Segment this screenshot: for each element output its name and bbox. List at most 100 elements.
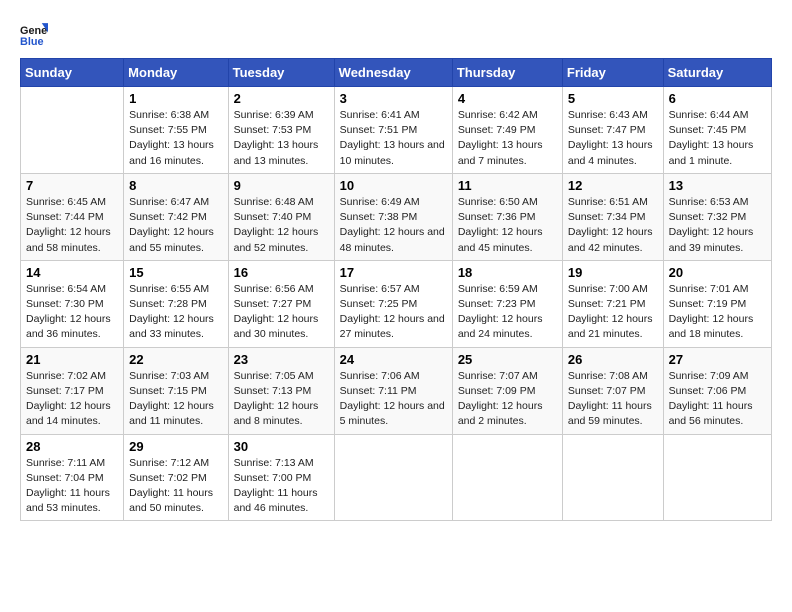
day-number: 10 xyxy=(340,178,447,193)
day-info: Sunrise: 7:01 AMSunset: 7:19 PMDaylight:… xyxy=(669,282,766,343)
day-number: 16 xyxy=(234,265,329,280)
day-info: Sunrise: 6:42 AMSunset: 7:49 PMDaylight:… xyxy=(458,108,557,169)
day-number: 17 xyxy=(340,265,447,280)
calendar-cell: 23 Sunrise: 7:05 AMSunset: 7:13 PMDayligh… xyxy=(228,347,334,434)
day-info: Sunrise: 6:49 AMSunset: 7:38 PMDaylight:… xyxy=(340,195,447,256)
day-info: Sunrise: 7:06 AMSunset: 7:11 PMDaylight:… xyxy=(340,369,447,430)
calendar-cell: 7 Sunrise: 6:45 AMSunset: 7:44 PMDaylight… xyxy=(21,173,124,260)
day-info: Sunrise: 7:13 AMSunset: 7:00 PMDaylight:… xyxy=(234,456,329,517)
day-info: Sunrise: 6:57 AMSunset: 7:25 PMDaylight:… xyxy=(340,282,447,343)
calendar-cell: 4 Sunrise: 6:42 AMSunset: 7:49 PMDaylight… xyxy=(452,87,562,174)
calendar-cell: 2 Sunrise: 6:39 AMSunset: 7:53 PMDaylight… xyxy=(228,87,334,174)
calendar-cell: 20 Sunrise: 7:01 AMSunset: 7:19 PMDayligh… xyxy=(663,260,771,347)
day-number: 7 xyxy=(26,178,118,193)
page-header: General Blue xyxy=(20,20,772,48)
calendar-week-row: 7 Sunrise: 6:45 AMSunset: 7:44 PMDaylight… xyxy=(21,173,772,260)
day-number: 9 xyxy=(234,178,329,193)
day-number: 11 xyxy=(458,178,557,193)
day-number: 1 xyxy=(129,91,222,106)
logo: General Blue xyxy=(20,20,52,48)
weekday-header-sunday: Sunday xyxy=(21,59,124,87)
calendar-week-row: 28 Sunrise: 7:11 AMSunset: 7:04 PMDayligh… xyxy=(21,434,772,521)
day-info: Sunrise: 7:00 AMSunset: 7:21 PMDaylight:… xyxy=(568,282,658,343)
calendar-body: 1 Sunrise: 6:38 AMSunset: 7:55 PMDaylight… xyxy=(21,87,772,521)
calendar-cell: 10 Sunrise: 6:49 AMSunset: 7:38 PMDayligh… xyxy=(334,173,452,260)
day-info: Sunrise: 7:02 AMSunset: 7:17 PMDaylight:… xyxy=(26,369,118,430)
calendar-week-row: 21 Sunrise: 7:02 AMSunset: 7:17 PMDayligh… xyxy=(21,347,772,434)
day-info: Sunrise: 7:09 AMSunset: 7:06 PMDaylight:… xyxy=(669,369,766,430)
day-info: Sunrise: 6:41 AMSunset: 7:51 PMDaylight:… xyxy=(340,108,447,169)
weekday-header-wednesday: Wednesday xyxy=(334,59,452,87)
calendar-cell: 17 Sunrise: 6:57 AMSunset: 7:25 PMDayligh… xyxy=(334,260,452,347)
weekday-header-row: SundayMondayTuesdayWednesdayThursdayFrid… xyxy=(21,59,772,87)
day-info: Sunrise: 6:59 AMSunset: 7:23 PMDaylight:… xyxy=(458,282,557,343)
day-number: 23 xyxy=(234,352,329,367)
weekday-header-saturday: Saturday xyxy=(663,59,771,87)
day-info: Sunrise: 6:45 AMSunset: 7:44 PMDaylight:… xyxy=(26,195,118,256)
day-number: 3 xyxy=(340,91,447,106)
day-number: 25 xyxy=(458,352,557,367)
day-info: Sunrise: 7:11 AMSunset: 7:04 PMDaylight:… xyxy=(26,456,118,517)
calendar-cell: 12Sunrise: 6:51 AMSunset: 7:34 PMDayligh… xyxy=(562,173,663,260)
day-number: 8 xyxy=(129,178,222,193)
day-number: 20 xyxy=(669,265,766,280)
calendar-cell xyxy=(334,434,452,521)
logo-icon: General Blue xyxy=(20,20,48,48)
calendar-cell: 22 Sunrise: 7:03 AMSunset: 7:15 PMDayligh… xyxy=(124,347,228,434)
day-number: 5 xyxy=(568,91,658,106)
calendar-table: SundayMondayTuesdayWednesdayThursdayFrid… xyxy=(20,58,772,521)
day-info: Sunrise: 6:51 AMSunset: 7:34 PMDaylight:… xyxy=(568,195,658,256)
calendar-cell: 25 Sunrise: 7:07 AMSunset: 7:09 PMDayligh… xyxy=(452,347,562,434)
calendar-cell: 6 Sunrise: 6:44 AMSunset: 7:45 PMDaylight… xyxy=(663,87,771,174)
calendar-cell: 14Sunrise: 6:54 AMSunset: 7:30 PMDayligh… xyxy=(21,260,124,347)
day-number: 15 xyxy=(129,265,222,280)
day-number: 29 xyxy=(129,439,222,454)
day-info: Sunrise: 7:05 AMSunset: 7:13 PMDaylight:… xyxy=(234,369,329,430)
day-number: 22 xyxy=(129,352,222,367)
calendar-cell: 16 Sunrise: 6:56 AMSunset: 7:27 PMDayligh… xyxy=(228,260,334,347)
day-info: Sunrise: 7:08 AMSunset: 7:07 PMDaylight:… xyxy=(568,369,658,430)
weekday-header-monday: Monday xyxy=(124,59,228,87)
day-number: 21 xyxy=(26,352,118,367)
calendar-cell: 24 Sunrise: 7:06 AMSunset: 7:11 PMDayligh… xyxy=(334,347,452,434)
day-info: Sunrise: 7:03 AMSunset: 7:15 PMDaylight:… xyxy=(129,369,222,430)
day-info: Sunrise: 6:38 AMSunset: 7:55 PMDaylight:… xyxy=(129,108,222,169)
day-number: 14 xyxy=(26,265,118,280)
day-number: 24 xyxy=(340,352,447,367)
day-number: 19 xyxy=(568,265,658,280)
calendar-cell: 1 Sunrise: 6:38 AMSunset: 7:55 PMDaylight… xyxy=(124,87,228,174)
calendar-cell: 3 Sunrise: 6:41 AMSunset: 7:51 PMDaylight… xyxy=(334,87,452,174)
day-info: Sunrise: 6:39 AMSunset: 7:53 PMDaylight:… xyxy=(234,108,329,169)
calendar-week-row: 1 Sunrise: 6:38 AMSunset: 7:55 PMDaylight… xyxy=(21,87,772,174)
day-info: Sunrise: 7:12 AMSunset: 7:02 PMDaylight:… xyxy=(129,456,222,517)
day-number: 28 xyxy=(26,439,118,454)
day-info: Sunrise: 7:07 AMSunset: 7:09 PMDaylight:… xyxy=(458,369,557,430)
calendar-cell xyxy=(562,434,663,521)
day-info: Sunrise: 6:53 AMSunset: 7:32 PMDaylight:… xyxy=(669,195,766,256)
day-number: 6 xyxy=(669,91,766,106)
calendar-cell xyxy=(663,434,771,521)
svg-text:Blue: Blue xyxy=(20,36,44,48)
calendar-cell: 21 Sunrise: 7:02 AMSunset: 7:17 PMDayligh… xyxy=(21,347,124,434)
calendar-cell: 30Sunrise: 7:13 AMSunset: 7:00 PMDayligh… xyxy=(228,434,334,521)
calendar-cell: 26Sunrise: 7:08 AMSunset: 7:07 PMDayligh… xyxy=(562,347,663,434)
calendar-cell: 8 Sunrise: 6:47 AMSunset: 7:42 PMDaylight… xyxy=(124,173,228,260)
calendar-cell: 29 Sunrise: 7:12 AMSunset: 7:02 PMDayligh… xyxy=(124,434,228,521)
calendar-cell: 11 Sunrise: 6:50 AMSunset: 7:36 PMDayligh… xyxy=(452,173,562,260)
weekday-header-tuesday: Tuesday xyxy=(228,59,334,87)
day-info: Sunrise: 6:50 AMSunset: 7:36 PMDaylight:… xyxy=(458,195,557,256)
weekday-header-friday: Friday xyxy=(562,59,663,87)
calendar-cell: 15Sunrise: 6:55 AMSunset: 7:28 PMDayligh… xyxy=(124,260,228,347)
day-info: Sunrise: 6:44 AMSunset: 7:45 PMDaylight:… xyxy=(669,108,766,169)
day-number: 13 xyxy=(669,178,766,193)
calendar-cell: 27Sunrise: 7:09 AMSunset: 7:06 PMDayligh… xyxy=(663,347,771,434)
calendar-cell: 19 Sunrise: 7:00 AMSunset: 7:21 PMDayligh… xyxy=(562,260,663,347)
day-number: 4 xyxy=(458,91,557,106)
calendar-cell: 13 Sunrise: 6:53 AMSunset: 7:32 PMDayligh… xyxy=(663,173,771,260)
day-number: 2 xyxy=(234,91,329,106)
calendar-cell: 9Sunrise: 6:48 AMSunset: 7:40 PMDaylight… xyxy=(228,173,334,260)
calendar-cell xyxy=(452,434,562,521)
day-info: Sunrise: 6:56 AMSunset: 7:27 PMDaylight:… xyxy=(234,282,329,343)
calendar-cell: 28 Sunrise: 7:11 AMSunset: 7:04 PMDayligh… xyxy=(21,434,124,521)
day-info: Sunrise: 6:47 AMSunset: 7:42 PMDaylight:… xyxy=(129,195,222,256)
